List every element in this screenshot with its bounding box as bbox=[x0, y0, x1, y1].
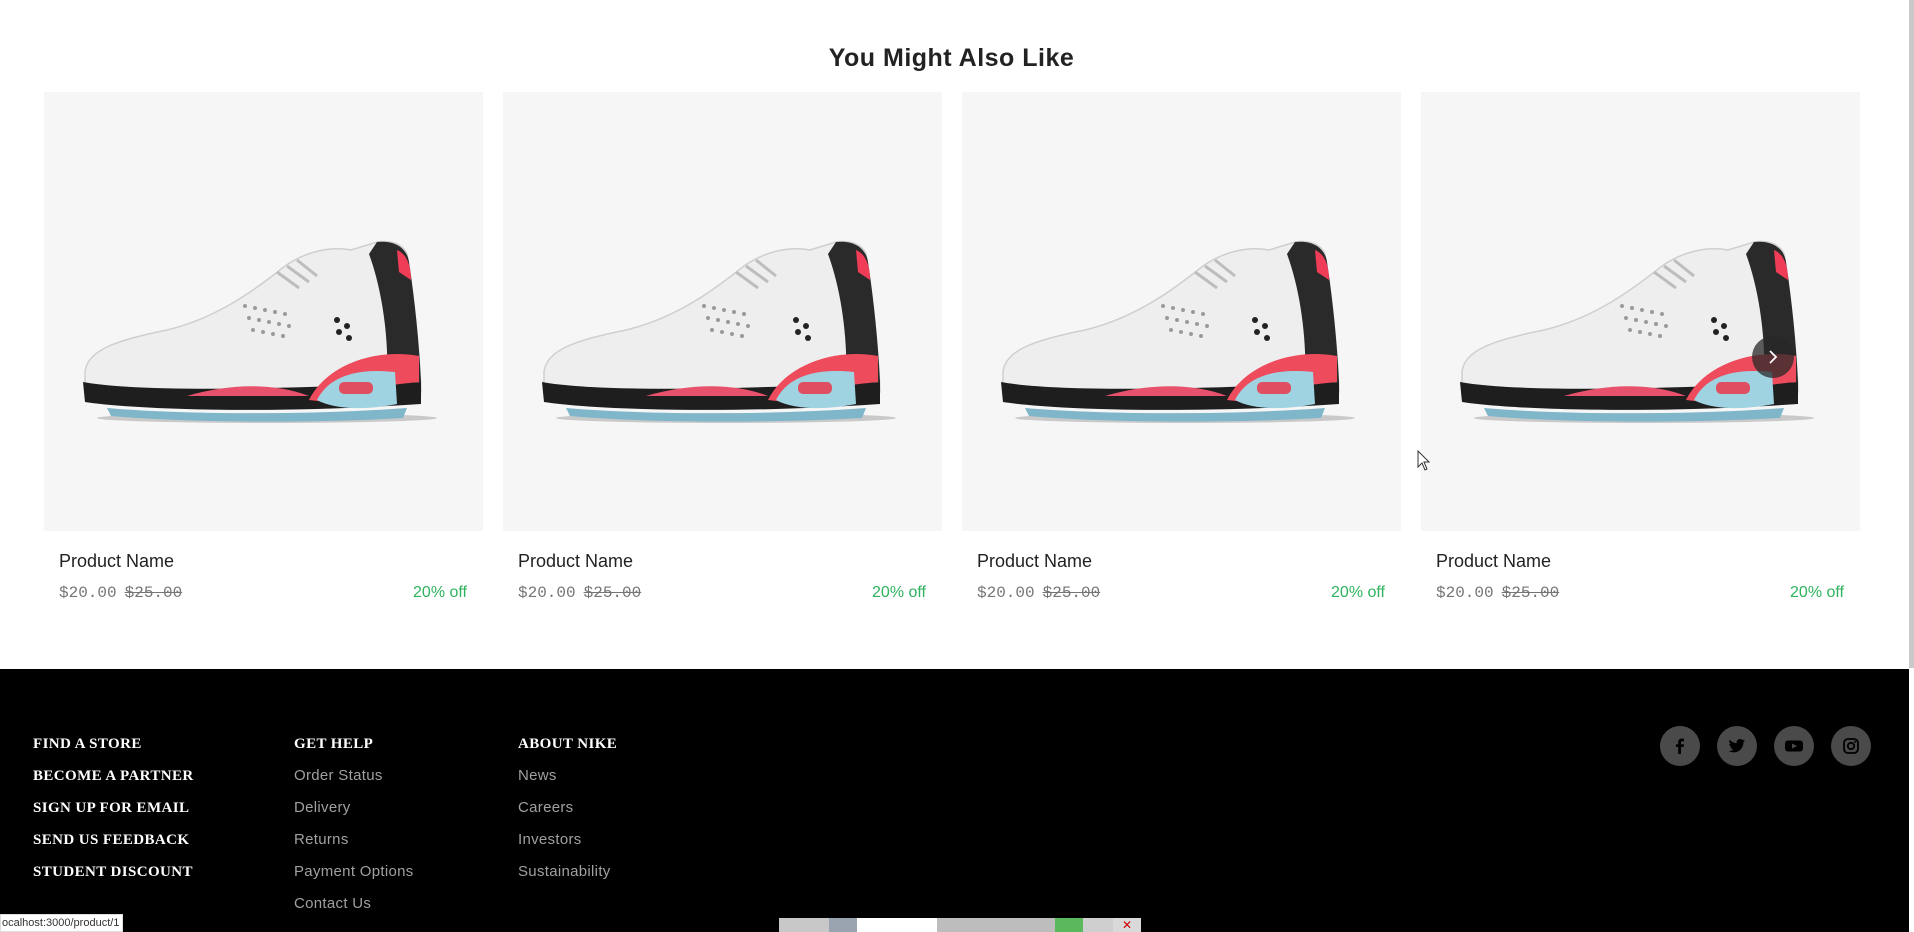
toolbar-segment[interactable] bbox=[1083, 918, 1113, 932]
product-carousel: Product Name $20.00 $25.00 20% off Produ… bbox=[44, 92, 1860, 602]
product-image[interactable] bbox=[962, 92, 1401, 531]
product-card[interactable]: Product Name $20.00 $25.00 20% off bbox=[503, 92, 942, 602]
footer-heading-about: ABOUT NIKE bbox=[518, 736, 618, 752]
close-icon[interactable]: ✕ bbox=[1113, 918, 1141, 932]
original-price: $25.00 bbox=[583, 584, 642, 602]
scrollbar-thumb[interactable] bbox=[1909, 0, 1914, 668]
discount-badge: 20% off bbox=[872, 584, 926, 601]
product-name[interactable]: Product Name bbox=[518, 551, 942, 572]
price-row: $20.00 $25.00 20% off bbox=[1436, 584, 1844, 602]
footer-heading-get-help: GET HELP bbox=[294, 736, 374, 752]
carousel-next-button[interactable] bbox=[1752, 336, 1794, 378]
site-footer: FIND A STORE BECOME A PARTNER SIGN UP FO… bbox=[0, 669, 1909, 932]
facebook-icon bbox=[1676, 738, 1684, 754]
status-bar-url: ocalhost:3000/product/1 bbox=[0, 914, 124, 932]
footer-about: ABOUT NIKE News Careers Investors Sustai… bbox=[518, 728, 617, 888]
footer-link-become-partner[interactable]: BECOME A PARTNER bbox=[33, 760, 194, 792]
section-title: You Might Also Like bbox=[828, 44, 1075, 72]
original-price: $25.00 bbox=[1501, 584, 1560, 602]
discount-badge: 20% off bbox=[1331, 584, 1385, 601]
toolbar-segment[interactable] bbox=[857, 918, 937, 932]
camera-icon[interactable] bbox=[829, 918, 857, 932]
product-card[interactable]: Product Name $20.00 $25.00 20% off bbox=[962, 92, 1401, 602]
youtube-icon bbox=[1785, 740, 1803, 752]
footer-link-sign-up-email[interactable]: SIGN UP FOR EMAIL bbox=[33, 792, 194, 824]
footer-link-order-status[interactable]: Order Status bbox=[294, 760, 414, 792]
chevron-right-icon bbox=[1769, 350, 1778, 364]
footer-link-delivery[interactable]: Delivery bbox=[294, 792, 414, 824]
footer-primary-links: FIND A STORE BECOME A PARTNER SIGN UP FO… bbox=[33, 728, 194, 888]
product-name[interactable]: Product Name bbox=[977, 551, 1401, 572]
sneaker-image bbox=[83, 240, 437, 423]
current-price: $20.00 bbox=[977, 584, 1035, 602]
record-icon[interactable] bbox=[1055, 918, 1083, 932]
discount-badge: 20% off bbox=[413, 584, 467, 601]
product-image[interactable] bbox=[44, 92, 483, 531]
twitter-icon bbox=[1728, 739, 1745, 753]
footer-link-careers[interactable]: Careers bbox=[518, 792, 617, 824]
product-card[interactable]: Product Name $20.00 $25.00 20% off bbox=[1421, 92, 1860, 602]
current-price: $20.00 bbox=[59, 584, 117, 602]
facebook-button[interactable] bbox=[1660, 726, 1700, 766]
footer-link-investors[interactable]: Investors bbox=[518, 824, 617, 856]
discount-badge: 20% off bbox=[1790, 584, 1844, 601]
mouse-cursor-icon bbox=[1417, 450, 1431, 471]
twitter-button[interactable] bbox=[1717, 726, 1757, 766]
current-price: $20.00 bbox=[1436, 584, 1494, 602]
footer-link-payment-options[interactable]: Payment Options bbox=[294, 856, 414, 888]
original-price: $25.00 bbox=[124, 584, 183, 602]
social-links bbox=[1660, 726, 1871, 766]
youtube-button[interactable] bbox=[1774, 726, 1814, 766]
footer-link-find-store[interactable]: FIND A STORE bbox=[33, 728, 194, 760]
price-row: $20.00 $25.00 20% off bbox=[518, 584, 926, 602]
toolbar-segment[interactable] bbox=[779, 918, 829, 932]
footer-link-returns[interactable]: Returns bbox=[294, 824, 414, 856]
footer-get-help: GET HELP Order Status Delivery Returns P… bbox=[294, 728, 414, 920]
footer-link-sustainability[interactable]: Sustainability bbox=[518, 856, 617, 888]
footer-link-news[interactable]: News bbox=[518, 760, 617, 792]
sneaker-image bbox=[542, 240, 896, 423]
product-image[interactable] bbox=[503, 92, 942, 531]
footer-link-contact-us[interactable]: Contact Us bbox=[294, 888, 414, 920]
footer-link-student-discount[interactable]: STUDENT DISCOUNT bbox=[33, 856, 194, 888]
instagram-icon bbox=[1843, 738, 1859, 754]
recording-toolbar: ✕ bbox=[779, 918, 1141, 932]
product-name[interactable]: Product Name bbox=[1436, 551, 1860, 572]
product-card[interactable]: Product Name $20.00 $25.00 20% off bbox=[44, 92, 483, 602]
footer-link-send-feedback[interactable]: SEND US FEEDBACK bbox=[33, 824, 194, 856]
price-row: $20.00 $25.00 20% off bbox=[59, 584, 467, 602]
toolbar-segment[interactable] bbox=[937, 918, 1055, 932]
sneaker-image bbox=[1001, 240, 1355, 423]
price-row: $20.00 $25.00 20% off bbox=[977, 584, 1385, 602]
product-image[interactable] bbox=[1421, 92, 1860, 531]
sneaker-image bbox=[1460, 240, 1814, 423]
current-price: $20.00 bbox=[518, 584, 576, 602]
instagram-button[interactable] bbox=[1831, 726, 1871, 766]
original-price: $25.00 bbox=[1042, 584, 1101, 602]
product-name[interactable]: Product Name bbox=[59, 551, 483, 572]
page-scrollbar[interactable] bbox=[1909, 0, 1914, 668]
